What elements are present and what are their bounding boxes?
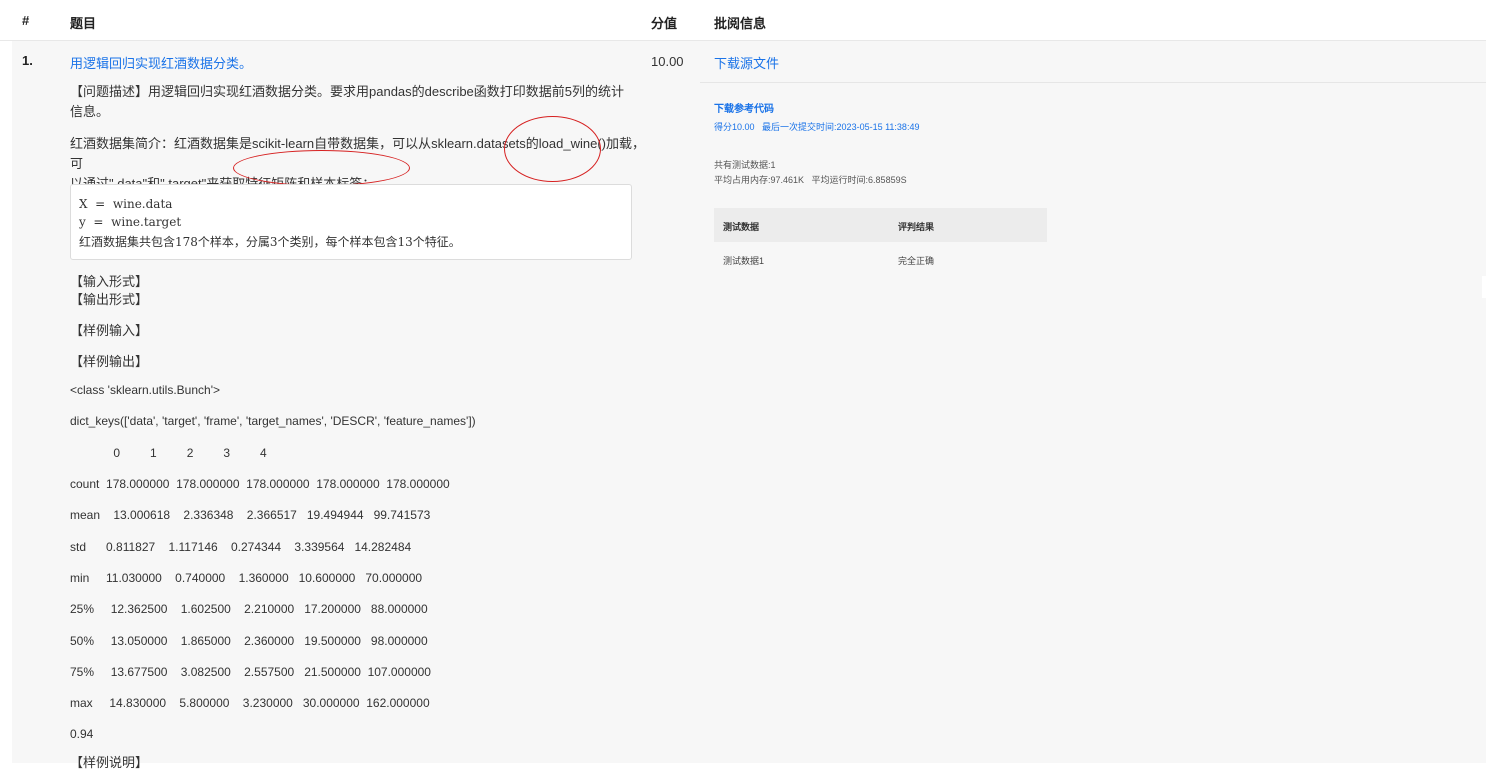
table-row: 测试数据1 完全正确 <box>714 242 1047 276</box>
review-divider <box>700 82 1486 83</box>
table-header: # 题目 分值 批阅信息 <box>0 0 1486 41</box>
col-review-header: 批阅信息 <box>714 16 767 31</box>
output-line: std 0.811827 1.117146 0.274344 3.339564 … <box>70 540 412 554</box>
output-line: min 11.030000 0.740000 1.360000 10.60000… <box>70 571 423 585</box>
sample-note-label: 【样例说明】 <box>70 755 149 770</box>
output-line: count 178.000000 178.000000 178.000000 1… <box>70 477 450 491</box>
result-test-name: 测试数据1 <box>723 256 765 266</box>
output-line: mean 13.000618 2.336348 2.366517 19.4949… <box>70 508 431 522</box>
output-line: 75% 13.677500 3.082500 2.557500 21.50000… <box>70 665 431 679</box>
output-line: max 14.830000 5.800000 3.230000 30.00000… <box>70 696 430 710</box>
annotation-circle-load-wine <box>504 116 601 182</box>
result-verdict: 完全正确 <box>898 256 935 266</box>
annotation-ellipse-feature-matrix <box>233 150 410 186</box>
code-line: y = wine.target <box>79 215 182 229</box>
sample-input-label: 【样例输入】 <box>70 323 149 338</box>
question-number: 1. <box>22 53 33 68</box>
input-format-label: 【输入形式】 <box>70 274 149 289</box>
col-score-header: 分值 <box>651 16 678 31</box>
output-line: 0.94 <box>70 727 94 741</box>
code-line: X = wine.data <box>79 197 173 211</box>
result-table-header: 测试数据 评判结果 <box>714 208 1047 242</box>
result-col-verdict: 评判结果 <box>898 222 935 232</box>
output-line: 50% 13.050000 1.865000 2.360000 19.50000… <box>70 634 428 648</box>
output-line: <class 'sklearn.utils.Bunch'> <box>70 383 220 397</box>
resource-usage: 平均占用内存:97.461K 平均运行时间:6.85859S <box>714 175 907 185</box>
edge-marker <box>1482 276 1486 298</box>
code-block: X = wine.data y = wine.target 红酒数据集共包含17… <box>70 184 632 260</box>
download-reference-code-link[interactable]: 下载参考代码 <box>714 100 774 115</box>
test-count: 共有测试数据:1 <box>714 160 776 170</box>
col-title-header: 题目 <box>70 16 97 31</box>
code-line: 红酒数据集共包含178个样本，分属3个类别，每个样本包含13个特征。 <box>79 235 461 249</box>
col-number-header: # <box>22 13 30 28</box>
question-title-link[interactable]: 用逻辑回归实现红酒数据分类。 <box>70 53 252 72</box>
download-source-link[interactable]: 下载源文件 <box>714 53 779 72</box>
score-submit-info: 得分10.00 最后一次提交时间:2023-05-15 11:38:49 <box>714 122 920 132</box>
output-line: 0 1 2 3 4 <box>70 446 267 460</box>
question-score: 10.00 <box>651 54 684 69</box>
result-col-test: 测试数据 <box>723 222 760 232</box>
output-format-label: 【输出形式】 <box>70 292 149 307</box>
output-line: dict_keys(['data', 'target', 'frame', 't… <box>70 414 476 428</box>
output-line: 25% 12.362500 1.602500 2.210000 17.20000… <box>70 602 428 616</box>
sample-output-label: 【样例输出】 <box>70 354 149 369</box>
